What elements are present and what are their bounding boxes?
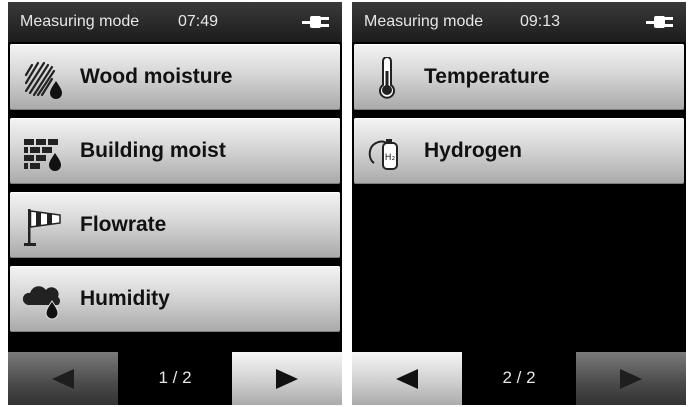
building-moisture-icon [24,139,61,171]
page-indicator: 2 / 2 [502,368,536,387]
building-moist-label: Building moist [80,139,226,162]
status-time: 09:13 [520,13,561,30]
flowrate-label: Flowrate [80,213,167,236]
status-title: Measuring mode [20,13,140,30]
arrow-left-icon [396,369,418,389]
humidity-label: Humidity [80,287,170,310]
hydrogen-label: Hydrogen [424,139,523,162]
windsock-icon [24,209,61,246]
page-navigation: 1 / 2 [8,352,342,405]
status-title: Measuring mode [364,13,484,30]
wood-moisture-button[interactable]: Wood moisture [10,44,340,110]
power-plug-icon [302,16,329,28]
temperature-label: Temperature [424,65,550,88]
wood-moisture-label: Wood moisture [80,65,233,88]
arrow-left-icon [52,369,74,389]
arrow-right-icon [276,369,298,389]
status-bar: Measuring mode 07:49 [8,2,342,42]
humidity-button[interactable]: Humidity [10,266,340,332]
power-plug-icon [646,16,673,28]
screen-page-2: Measuring mode 09:13 Temperature H₂ Hydr… [352,2,686,405]
status-time: 07:49 [178,13,219,30]
status-bar: Measuring mode 09:13 [352,2,686,42]
temperature-button[interactable]: Temperature [354,44,684,110]
hydrogen-button[interactable]: H₂ Hydrogen [354,118,684,184]
building-moist-button[interactable]: Building moist [10,118,340,184]
thermometer-icon [379,57,395,99]
next-page-button[interactable] [232,352,342,405]
screen-page-1: Measuring mode 07:49 Wood moisture Build… [8,2,342,405]
svg-text:H₂: H₂ [385,153,396,163]
page-navigation: 2 / 2 [352,352,686,405]
previous-page-button[interactable] [8,352,118,405]
arrow-right-icon [620,369,642,389]
previous-page-button[interactable] [352,352,462,405]
flowrate-button[interactable]: Flowrate [10,192,340,258]
wood-moisture-icon [24,61,62,99]
page-indicator: 1 / 2 [158,368,192,387]
hydrogen-cylinder-icon: H₂ [368,139,398,170]
cloud-drop-icon [22,286,61,320]
next-page-button[interactable] [576,352,686,405]
